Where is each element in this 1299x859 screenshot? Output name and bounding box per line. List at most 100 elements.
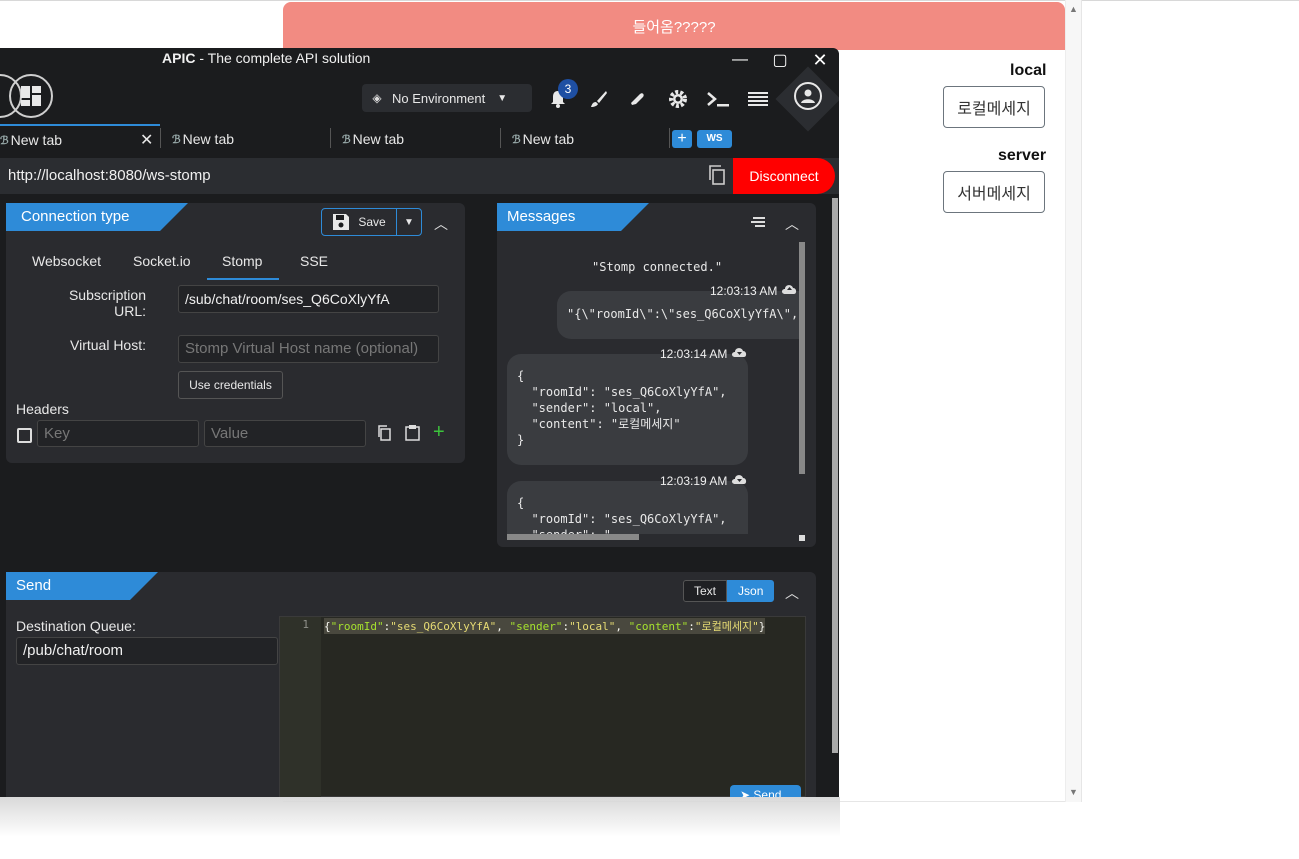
disconnect-button[interactable]: Disconnect [733,158,835,194]
apic-logo-icon: ℬ [342,133,351,146]
send-button[interactable]: ➤ Send [730,785,801,797]
tab-divider [160,128,161,148]
collapse-chevron-up-icon[interactable]: ︿ [434,214,448,234]
subscription-url-input[interactable]: /sub/chat/room/ses_Q6CoXlyYfA [178,285,439,313]
dashboard-button[interactable] [9,74,53,118]
paste-icon[interactable] [405,425,420,445]
apic-logo-icon: ℬ [512,133,521,146]
tab-sse[interactable]: SSE [300,253,328,269]
layers-icon: ◈ [372,91,382,105]
message-timestamp: 12:03:14 AM [660,347,728,361]
tab-new-4[interactable]: ℬ New tab [512,124,574,154]
url-input[interactable]: http://localhost:8080/ws-stomp [8,167,211,184]
eraser-icon[interactable] [625,86,651,112]
apic-logo-icon: ℬ [0,134,9,147]
system-message: "Stomp connected." [592,260,723,274]
tab-stomp[interactable]: Stomp [222,253,262,269]
line-number-gutter: 1 [280,617,321,797]
cloud-upload-icon [781,283,798,298]
scroll-down-arrow-icon[interactable]: ▼ [1069,787,1078,797]
json-editor[interactable]: 1 {"roomId":"ses_Q6CoXlyYfA", "sender":"… [279,616,806,797]
save-options-chevron-icon[interactable]: ▼ [396,208,422,236]
save-button[interactable]: Save [321,208,397,236]
brush-icon[interactable] [585,86,611,112]
close-tab-icon[interactable]: ✕ [140,130,153,150]
copy-icon[interactable] [377,425,392,445]
minimize-icon[interactable]: — [725,48,755,72]
local-message-button[interactable]: 로컬메세지 [943,86,1045,128]
tab-label: New tab [352,131,405,147]
tab-websocket[interactable]: Websocket [32,253,101,269]
destination-queue-label: Destination Queue: [16,618,136,634]
window-shadow [0,797,840,837]
virtual-host-input[interactable]: Stomp Virtual Host name (optional) [178,335,439,363]
apic-logo-icon: ℬ [172,133,181,146]
message-timestamp: 12:03:13 AM [710,284,778,298]
send-panel-title: Send [6,572,158,600]
tab-divider [669,128,670,148]
use-credentials-button[interactable]: Use credentials [178,371,283,399]
notification-banner: 들어옴????? [283,2,1065,50]
message-timestamp: 12:03:19 AM [660,474,728,488]
title-bar: APIC - The complete API solution — ▢ ✕ [0,48,839,72]
copy-icon[interactable] [708,165,726,190]
headers-label: Headers [16,401,69,417]
collapse-chevron-up-icon[interactable]: ︿ [785,583,799,603]
new-ws-tab-button[interactable]: WS [697,130,732,148]
add-header-icon[interactable]: + [433,421,445,444]
message-bubble[interactable]: "{\"roomId\":\"ses_Q6CoXlyYfA\", [557,291,799,339]
window-vertical-scrollbar[interactable] [832,198,838,753]
scroll-up-arrow-icon[interactable]: ▲ [1069,4,1078,14]
local-label: local [1010,62,1047,79]
floppy-icon [333,214,350,230]
tab-divider [500,128,501,148]
maximize-icon[interactable]: ▢ [765,48,795,72]
chevron-down-icon: ▼ [497,92,508,104]
header-value-input[interactable]: Value [204,420,366,447]
payload-format-toggle: Text Json [683,580,775,602]
json-toggle-button[interactable]: Json [727,580,775,602]
messages-horizontal-scrollbar[interactable] [507,534,639,540]
send-label: Send [753,788,782,797]
save-label: Save [358,215,386,229]
user-icon[interactable] [794,82,822,110]
terminal-icon[interactable] [705,86,731,112]
tab-new-3[interactable]: ℬ New tab [342,124,404,154]
scroll-corner [799,535,805,541]
message-bubble[interactable]: { "roomId": "ses_Q6CoXlyYfA", "sender": … [507,481,748,534]
messages-vertical-scrollbar[interactable] [799,242,805,474]
collapse-chevron-up-icon[interactable]: ︿ [785,214,799,234]
cloud-download-icon [731,346,748,361]
tab-new-1[interactable]: ℬ New tab ✕ [0,124,160,154]
messages-panel-title: Messages [497,203,649,231]
clear-messages-icon[interactable] [751,214,767,230]
tab-divider [330,128,331,148]
menu-icon[interactable] [745,86,771,112]
add-tab-button[interactable]: + [672,130,692,148]
tab-label: New tab [182,131,235,147]
header-key-input[interactable]: Key [37,420,199,447]
gear-icon[interactable] [665,86,691,112]
virtual-host-label: Virtual Host: [70,337,146,353]
environment-select[interactable]: ◈ No Environment ▼ [362,84,532,112]
environment-value: No Environment [392,90,486,106]
server-label: server [998,147,1047,164]
send-icon: ➤ [740,788,751,797]
server-message-button[interactable]: 서버메세지 [943,171,1045,213]
tab-new-2[interactable]: ℬ New tab [172,124,234,154]
code-line[interactable]: {"roomId":"ses_Q6CoXlyYfA", "sender":"lo… [324,618,766,634]
message-bubble[interactable]: { "roomId": "ses_Q6CoXlyYfA", "sender": … [507,354,748,465]
page-scrollbar[interactable]: ▲ ▼ [1065,0,1081,802]
active-tab-indicator [207,278,279,280]
subscription-url-label: Subscription URL: [68,287,146,319]
window-title: APIC - The complete API solution [162,50,371,66]
cloud-download-icon [731,473,748,488]
tab-label: New tab [522,131,575,147]
notification-badge: 3 [558,79,578,99]
url-bar: http://localhost:8080/ws-stomp Disconnec… [0,158,839,194]
tab-socketio[interactable]: Socket.io [133,253,191,269]
header-enable-checkbox[interactable] [17,428,32,443]
text-toggle-button[interactable]: Text [683,580,728,602]
destination-queue-input[interactable]: /pub/chat/room [16,637,278,665]
tab-label: New tab [10,132,63,148]
